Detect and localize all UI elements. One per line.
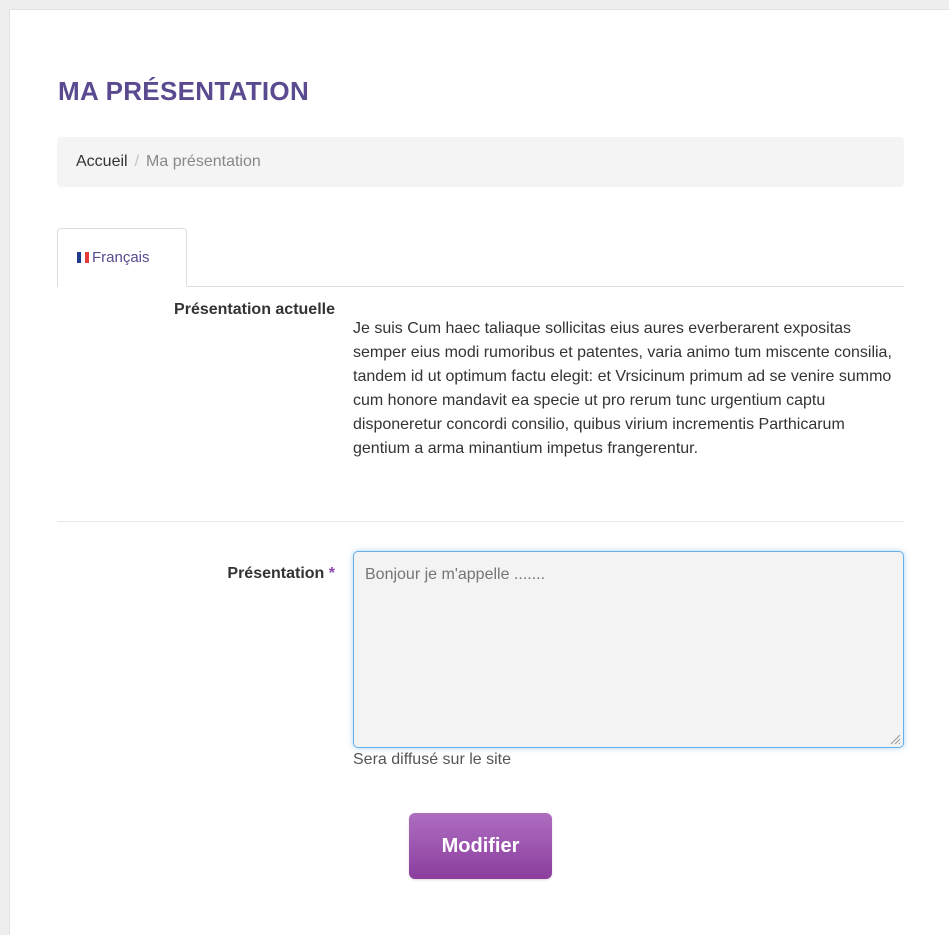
breadcrumb-home-link[interactable]: Accueil: [76, 153, 128, 171]
tab-label: Français: [92, 249, 150, 266]
help-text: Sera diffusé sur le site: [353, 751, 512, 768]
language-tabs: Français: [57, 228, 904, 287]
tab-francais[interactable]: Français: [57, 228, 187, 287]
current-presentation-label: Présentation actuelle: [174, 301, 335, 318]
breadcrumb-separator: /: [134, 153, 140, 170]
breadcrumb: Accueil / Ma présentation: [57, 137, 904, 187]
page-title: MA PRÉSENTATION: [58, 76, 310, 106]
presentation-field-label: Présentation *: [150, 565, 335, 583]
flag-fr-icon: [77, 252, 89, 263]
breadcrumb-current: Ma présentation: [146, 153, 261, 170]
presentation-textarea[interactable]: [353, 551, 904, 748]
section-divider: [57, 521, 904, 522]
modifier-button[interactable]: Modifier: [409, 813, 552, 879]
current-presentation-text: Je suis Cum haec taliaque sollicitas eiu…: [353, 320, 892, 457]
content-panel: MA PRÉSENTATION Accueil / Ma présentatio…: [9, 9, 949, 935]
required-mark: *: [328, 565, 335, 582]
presentation-label-text: Présentation: [227, 565, 325, 582]
